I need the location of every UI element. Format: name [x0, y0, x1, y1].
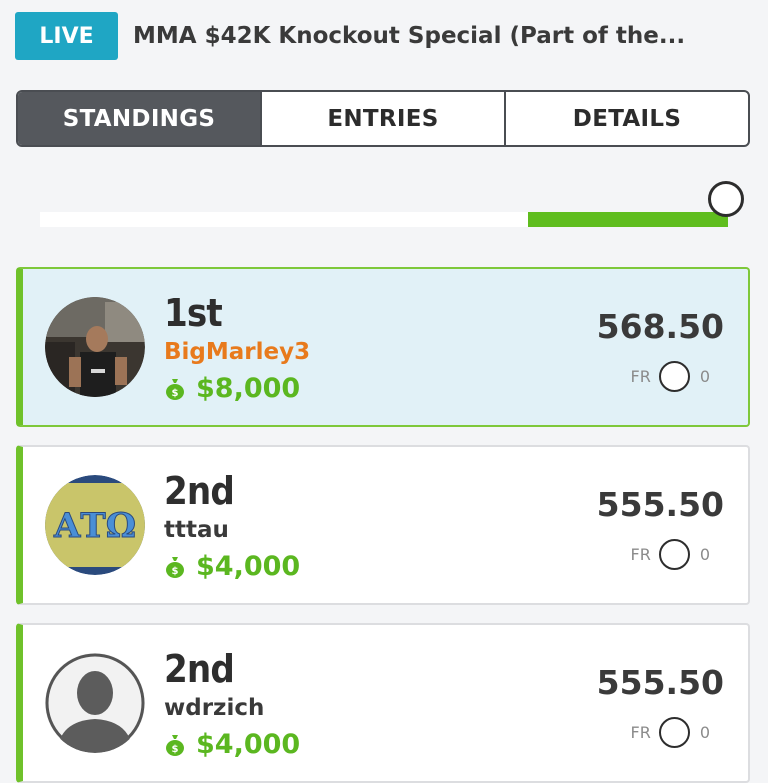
tab-standings[interactable]: STANDINGS: [18, 92, 260, 145]
fr-count: 0: [699, 723, 710, 742]
prize: $ $4,000: [164, 551, 300, 582]
svg-text:$: $: [172, 744, 179, 755]
money-bag-icon: $: [166, 734, 184, 756]
avatar: [45, 653, 145, 753]
fr-circle-icon: [658, 539, 690, 570]
svg-text:$: $: [172, 388, 179, 399]
fr-label: FR: [630, 723, 651, 742]
money-bag-icon: $: [166, 378, 184, 400]
tab-bar: STANDINGS ENTRIES DETAILS: [16, 90, 750, 147]
tab-details[interactable]: DETAILS: [504, 92, 748, 145]
fr-indicator: FR 0: [630, 717, 710, 748]
fr-count: 0: [699, 367, 710, 386]
rank-label: 1st: [164, 291, 223, 335]
standing-card-3[interactable]: 2nd wdrzich $ $4,000 555.50 FR 0: [16, 623, 750, 783]
fr-label: FR: [630, 367, 651, 386]
contest-progress-bar: [40, 212, 728, 227]
prize: $ $8,000: [164, 373, 300, 404]
prize-amount: $4,000: [196, 551, 301, 582]
standing-card-1[interactable]: 1st BigMarley3 $ $8,000 568.50 FR 0: [16, 267, 750, 427]
rank-label: 2nd: [164, 469, 235, 513]
prize-amount: $4,000: [196, 729, 301, 760]
score: 555.50: [596, 485, 724, 524]
avatar: ΑΤΩ: [45, 475, 145, 575]
username[interactable]: wdrzich: [164, 695, 264, 721]
progress-knob[interactable]: [708, 181, 744, 217]
fr-label: FR: [630, 545, 651, 564]
score: 555.50: [596, 663, 724, 702]
standing-card-2[interactable]: ΑΤΩ 2nd tttau $ $4,000 555.50 FR 0: [16, 445, 750, 605]
avatar: [45, 297, 145, 397]
contest-title[interactable]: MMA $42K Knockout Special (Part of the..…: [133, 23, 685, 49]
fr-circle-icon: [658, 361, 690, 392]
prize: $ $4,000: [164, 729, 300, 760]
progress-fill: [528, 212, 728, 227]
fr-indicator: FR 0: [630, 539, 710, 570]
prize-amount: $8,000: [196, 373, 301, 404]
tab-entries[interactable]: ENTRIES: [260, 92, 504, 145]
username[interactable]: BigMarley3: [164, 339, 310, 365]
fr-count: 0: [699, 545, 710, 564]
fr-circle-icon: [658, 717, 690, 748]
live-badge: LIVE: [15, 12, 118, 60]
money-bag-icon: $: [166, 556, 184, 578]
score: 568.50: [596, 307, 724, 346]
svg-text:$: $: [172, 566, 179, 577]
avatar-text: ΑΤΩ: [53, 506, 136, 546]
fr-indicator: FR 0: [630, 361, 710, 392]
rank-label: 2nd: [164, 647, 235, 691]
contest-header: LIVE MMA $42K Knockout Special (Part of …: [15, 12, 753, 60]
username[interactable]: tttau: [164, 517, 229, 543]
